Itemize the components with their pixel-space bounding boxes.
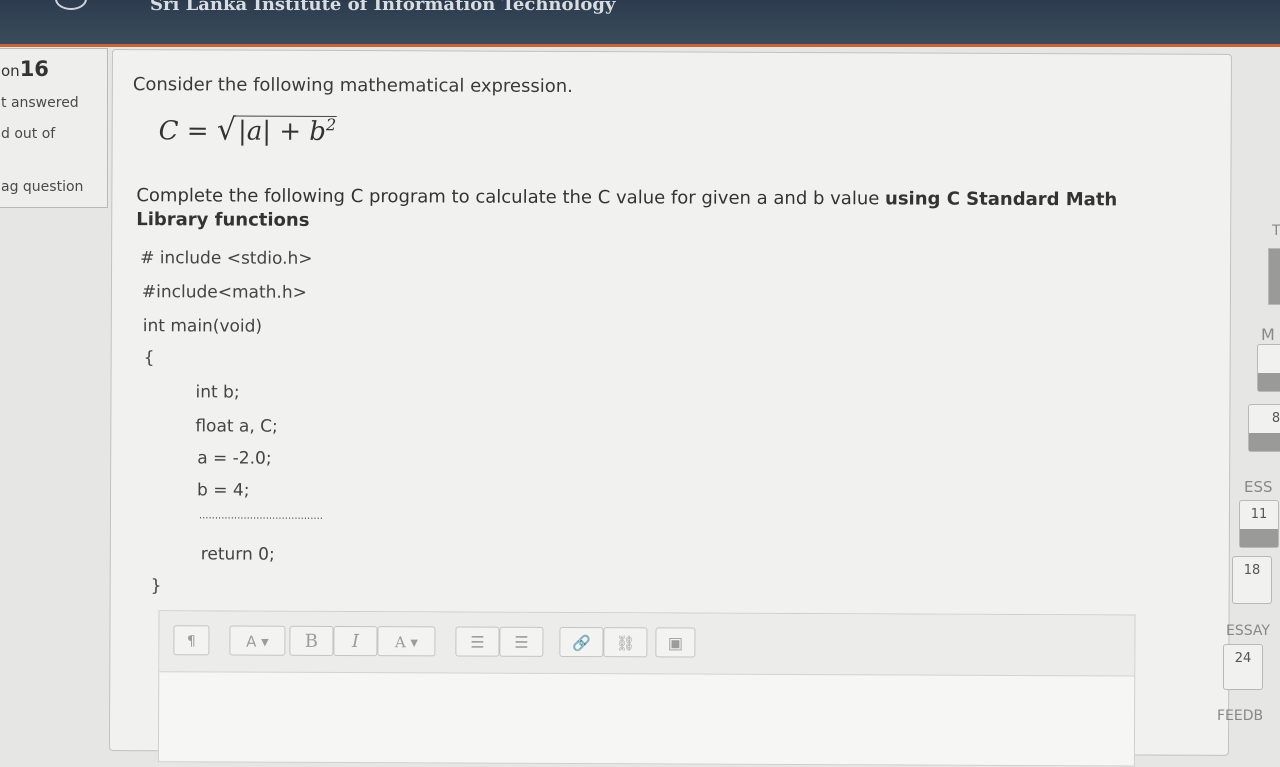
formula-radicand: |a| + b2 bbox=[235, 115, 337, 147]
site-header: Sri Lanka Institute of Information Techn… bbox=[0, 0, 1280, 47]
paragraph-format-button[interactable]: ¶ bbox=[173, 625, 210, 656]
radical-symbol: √ bbox=[216, 112, 237, 148]
code-line: b = 4; bbox=[197, 480, 250, 501]
ordered-list-button[interactable]: ☰ bbox=[499, 626, 544, 657]
question-intro: Consider the following mathematical expr… bbox=[132, 74, 573, 98]
link-button[interactable]: 🔗 bbox=[559, 626, 604, 658]
nav-question-button[interactable]: 8 bbox=[1248, 404, 1280, 452]
nav-section-label: FEEDB bbox=[1217, 708, 1264, 724]
site-title: Sri Lanka Institute of Information Techn… bbox=[150, 0, 616, 15]
quiz-navigation: T M 1 8 ESS 11 18 ESSAY 24 FEEDB bbox=[1217, 48, 1280, 724]
question-number: on16 bbox=[1, 57, 49, 81]
question-prompt: Complete the following C program to calc… bbox=[136, 184, 1126, 236]
code-line: } bbox=[150, 576, 162, 597]
answer-editor[interactable]: ¶ A ▾ B I A ▾ ☰ ☰ 🔗 ⛓ ▣ bbox=[157, 610, 1136, 767]
editor-toolbar: ¶ A ▾ B I A ▾ ☰ ☰ 🔗 ⛓ ▣ bbox=[159, 611, 1135, 677]
question-info-panel: on16 t answered d out of ag question bbox=[0, 48, 108, 208]
question-status: t answered bbox=[1, 95, 79, 111]
code-line: int main(void) bbox=[142, 316, 263, 337]
nav-section-label: ESSAY bbox=[1226, 623, 1270, 639]
prompt-text: Complete the following C program to calc… bbox=[136, 185, 886, 210]
nav-question-button[interactable]: 1 bbox=[1257, 344, 1280, 392]
code-line: return 0; bbox=[200, 544, 275, 565]
insert-image-button[interactable]: ▣ bbox=[655, 627, 696, 658]
code-line: # include <stdio.h> bbox=[140, 248, 313, 269]
nav-question-button[interactable]: 11 bbox=[1239, 500, 1279, 548]
question-marks: d out of bbox=[1, 126, 56, 142]
unlink-button[interactable]: ⛓ bbox=[603, 627, 648, 658]
code-line: float a, C; bbox=[195, 416, 278, 437]
formula-lhs: C = bbox=[158, 116, 217, 147]
nav-section-label: ESS bbox=[1244, 478, 1273, 496]
code-line: { bbox=[143, 348, 155, 369]
code-blank-line: ....................................... bbox=[198, 510, 323, 522]
italic-button[interactable]: I bbox=[333, 625, 378, 657]
nav-section-label: T bbox=[1272, 223, 1280, 239]
nav-question-button[interactable]: 24 bbox=[1223, 644, 1263, 690]
nav-question-button[interactable]: 18 bbox=[1232, 556, 1272, 604]
code-line: a = -2.0; bbox=[197, 448, 272, 469]
institute-logo-icon bbox=[55, 0, 87, 10]
nav-section-label: M bbox=[1261, 325, 1275, 344]
math-formula: C = √|a| + b2 bbox=[159, 112, 337, 148]
code-line: #include<math.h> bbox=[141, 282, 307, 303]
flag-question-link[interactable]: ag question bbox=[1, 179, 83, 195]
code-line: int b; bbox=[195, 382, 240, 403]
text-color-dropdown[interactable]: A ▾ bbox=[377, 626, 436, 657]
unordered-list-button[interactable]: ☰ bbox=[455, 626, 500, 657]
nav-box-partial[interactable] bbox=[1268, 248, 1280, 305]
bold-button[interactable]: B bbox=[289, 625, 334, 656]
editor-text-area[interactable] bbox=[159, 672, 1134, 765]
font-style-dropdown[interactable]: A ▾ bbox=[229, 625, 286, 656]
formula-exponent: 2 bbox=[325, 115, 337, 135]
question-card: Consider the following mathematical expr… bbox=[108, 49, 1232, 767]
